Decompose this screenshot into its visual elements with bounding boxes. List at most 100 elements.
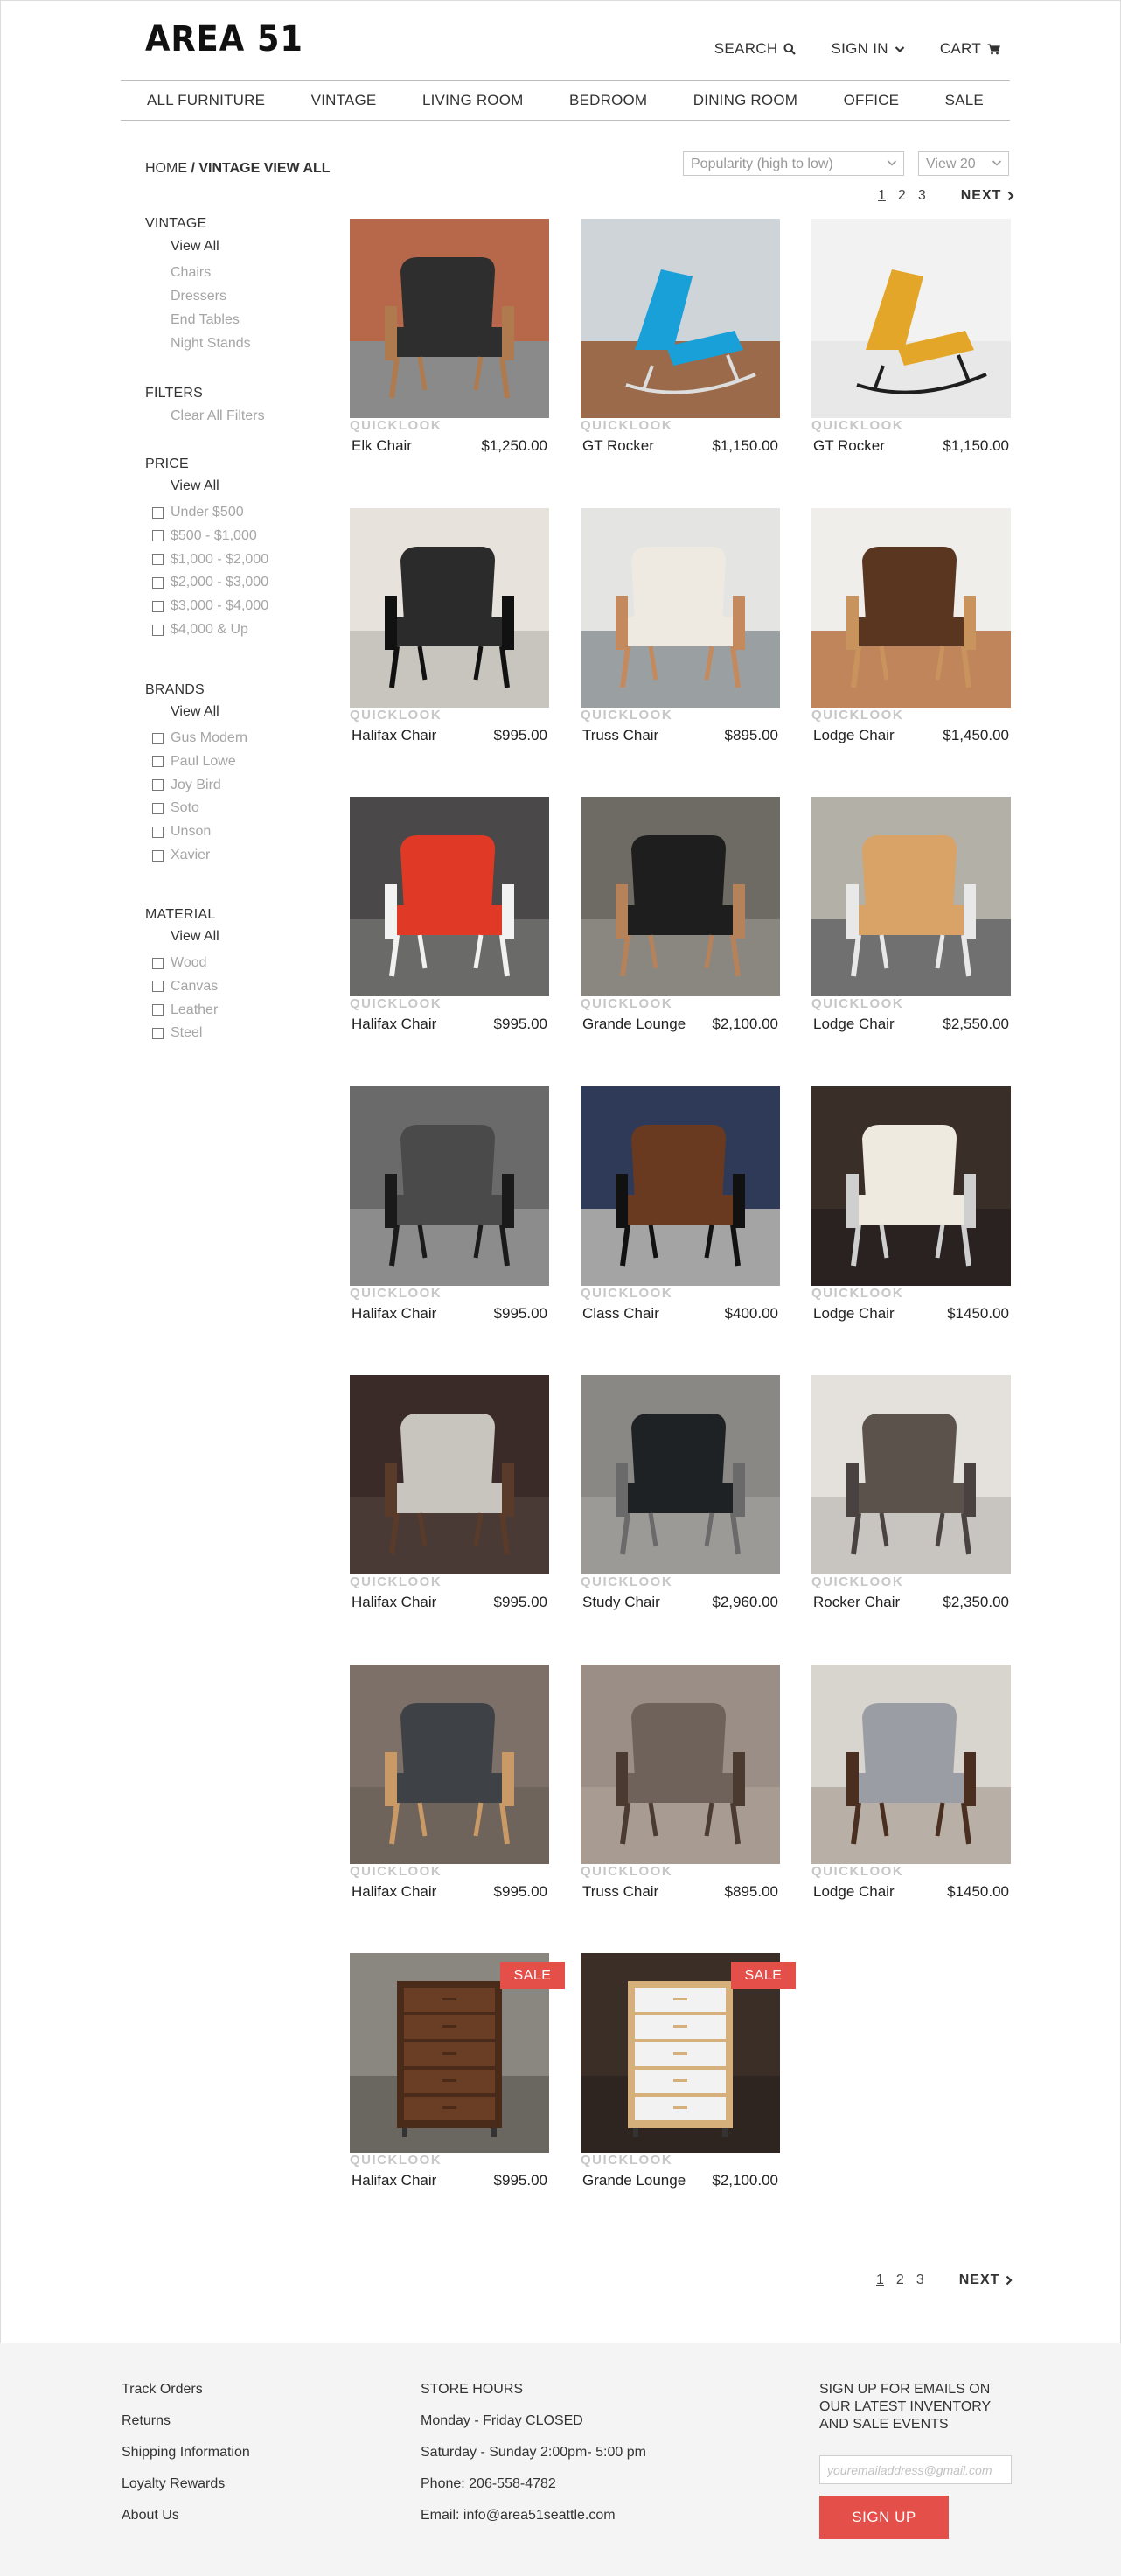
product-name[interactable]: Grande Lounge <box>582 2172 686 2189</box>
material-filter-option[interactable]: Canvas <box>152 979 218 995</box>
pagination-next-button[interactable]: NEXT <box>961 188 1015 204</box>
product-image[interactable] <box>581 1664 780 1864</box>
product-image[interactable] <box>811 1086 1011 1286</box>
product-image[interactable] <box>350 1375 549 1574</box>
nav-item-sale[interactable]: SALE <box>945 92 984 109</box>
checkbox[interactable] <box>152 576 164 589</box>
price-filter-option[interactable]: $4,000 & Up <box>152 622 248 638</box>
footer-link-loyalty-rewards[interactable]: Loyalty Rewards <box>122 2475 250 2507</box>
quicklook-button[interactable]: QUICKLOOK <box>581 2153 672 2168</box>
material-filter-option[interactable]: Leather <box>152 1002 218 1018</box>
product-image[interactable] <box>811 507 1011 708</box>
product-image[interactable] <box>811 1375 1011 1574</box>
signup-button[interactable]: SIGN UP <box>819 2496 949 2539</box>
vintage-subcat-end-tables[interactable]: End Tables <box>171 312 240 328</box>
material-view-all[interactable]: View All <box>171 929 219 945</box>
quicklook-button[interactable]: QUICKLOOK <box>581 708 672 723</box>
signin-link[interactable]: SIGN IN <box>831 40 905 58</box>
product-image[interactable] <box>350 219 549 418</box>
footer-link-track-orders[interactable]: Track Orders <box>122 2381 250 2412</box>
quicklook-button[interactable]: QUICKLOOK <box>581 1574 672 1589</box>
pagination-page-2[interactable]: 2 <box>896 2272 904 2288</box>
pagination-page-1[interactable]: 1 <box>878 188 886 204</box>
product-name[interactable]: Halifax Chair <box>352 727 436 744</box>
cart-link[interactable]: CART <box>940 40 1000 58</box>
nav-item-dining-room[interactable]: DINING ROOM <box>693 92 797 109</box>
footer-link-about-us[interactable]: About Us <box>122 2507 250 2538</box>
clear-all-filters-link[interactable]: Clear All Filters <box>171 408 265 424</box>
product-image[interactable] <box>581 797 780 996</box>
product-image[interactable] <box>581 507 780 708</box>
nav-item-office[interactable]: OFFICE <box>844 92 900 109</box>
product-name[interactable]: Lodge Chair <box>813 727 895 744</box>
brands-filter-option[interactable]: Soto <box>152 800 199 816</box>
site-logo[interactable]: AREA 51 <box>145 19 303 59</box>
view-count-select[interactable]: View 20 <box>918 151 1009 176</box>
checkbox[interactable] <box>152 849 164 862</box>
material-filter-option[interactable]: Steel <box>152 1025 202 1041</box>
sort-select[interactable]: Popularity (high to low) <box>683 151 904 176</box>
product-name[interactable]: Truss Chair <box>582 727 658 744</box>
price-filter-option[interactable]: $1,000 - $2,000 <box>152 552 268 568</box>
product-image[interactable] <box>350 507 549 708</box>
checkbox[interactable] <box>152 1027 164 1039</box>
breadcrumb-home[interactable]: HOME <box>145 161 187 176</box>
checkbox[interactable] <box>152 756 164 768</box>
product-name[interactable]: Halifax Chair <box>352 1883 436 1901</box>
nav-item-vintage[interactable]: VINTAGE <box>311 92 377 109</box>
quicklook-button[interactable]: QUICKLOOK <box>581 418 672 433</box>
brands-filter-option[interactable]: Gus Modern <box>152 730 247 746</box>
product-name[interactable]: Grande Lounge <box>582 1016 686 1033</box>
product-image[interactable] <box>811 219 1011 418</box>
product-name[interactable]: GT Rocker <box>582 437 654 455</box>
quicklook-button[interactable]: QUICKLOOK <box>581 1864 672 1879</box>
product-image[interactable] <box>811 797 1011 996</box>
pagination-next-button[interactable]: NEXT <box>959 2272 1013 2288</box>
brands-filter-option[interactable]: Paul Lowe <box>152 754 236 770</box>
product-name[interactable]: Class Chair <box>582 1305 659 1323</box>
quicklook-button[interactable]: QUICKLOOK <box>350 1574 442 1589</box>
price-filter-option[interactable]: $3,000 - $4,000 <box>152 598 268 614</box>
product-name[interactable]: Halifax Chair <box>352 2172 436 2189</box>
footer-link-shipping-information[interactable]: Shipping Information <box>122 2444 250 2475</box>
footer-link-returns[interactable]: Returns <box>122 2412 250 2444</box>
checkbox[interactable] <box>152 554 164 566</box>
quicklook-button[interactable]: QUICKLOOK <box>350 418 442 433</box>
quicklook-button[interactable]: QUICKLOOK <box>811 1574 903 1589</box>
checkbox[interactable] <box>152 1004 164 1016</box>
product-name[interactable]: Halifax Chair <box>352 1305 436 1323</box>
checkbox[interactable] <box>152 506 164 519</box>
product-image[interactable] <box>350 1664 549 1864</box>
checkbox[interactable] <box>152 957 164 969</box>
product-name[interactable]: Halifax Chair <box>352 1594 436 1611</box>
material-filter-option[interactable]: Wood <box>152 955 207 971</box>
checkbox[interactable] <box>152 779 164 792</box>
brands-view-all[interactable]: View All <box>171 704 219 720</box>
brands-filter-option[interactable]: Xavier <box>152 848 210 863</box>
pagination-page-2[interactable]: 2 <box>898 188 906 204</box>
checkbox[interactable] <box>152 624 164 636</box>
checkbox[interactable] <box>152 530 164 542</box>
pagination-page-3[interactable]: 3 <box>916 2272 924 2288</box>
quicklook-button[interactable]: QUICKLOOK <box>350 996 442 1011</box>
vintage-subcat-night-stands[interactable]: Night Stands <box>171 336 251 352</box>
product-name[interactable]: Lodge Chair <box>813 1016 895 1033</box>
checkbox[interactable] <box>152 981 164 993</box>
quicklook-button[interactable]: QUICKLOOK <box>811 1286 903 1301</box>
search-link[interactable]: SEARCH <box>714 40 797 58</box>
vintage-view-all[interactable]: View All <box>171 239 219 255</box>
quicklook-button[interactable]: QUICKLOOK <box>350 708 442 723</box>
product-image[interactable] <box>811 1664 1011 1864</box>
quicklook-button[interactable]: QUICKLOOK <box>350 1864 442 1879</box>
quicklook-button[interactable]: QUICKLOOK <box>811 996 903 1011</box>
nav-item-living-room[interactable]: LIVING ROOM <box>422 92 524 109</box>
checkbox[interactable] <box>152 826 164 838</box>
product-image[interactable] <box>581 1375 780 1574</box>
quicklook-button[interactable]: QUICKLOOK <box>811 418 903 433</box>
product-name[interactable]: Study Chair <box>582 1594 660 1611</box>
quicklook-button[interactable]: QUICKLOOK <box>811 708 903 723</box>
pagination-page-1[interactable]: 1 <box>876 2272 884 2288</box>
product-name[interactable]: Lodge Chair <box>813 1305 895 1323</box>
checkbox[interactable] <box>152 732 164 744</box>
price-filter-option[interactable]: Under $500 <box>152 505 244 520</box>
